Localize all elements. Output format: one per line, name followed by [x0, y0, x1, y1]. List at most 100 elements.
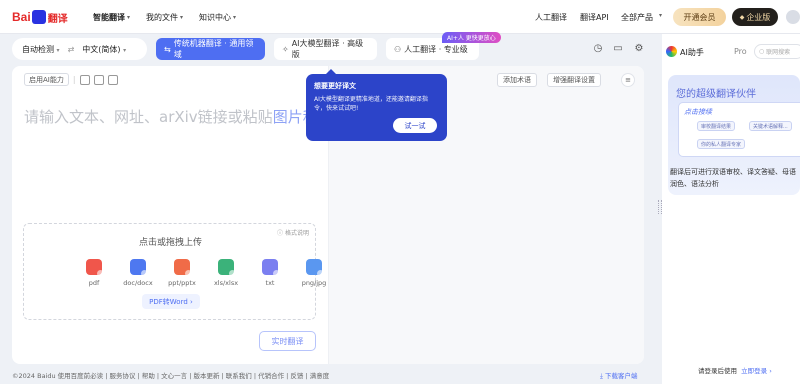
- ai-ability-button[interactable]: 启用AI能力: [24, 73, 69, 86]
- add-term-button[interactable]: 添加术语: [497, 73, 537, 87]
- login-link[interactable]: 立即登录: [741, 367, 767, 375]
- logo-text: Bai: [12, 10, 31, 24]
- file-type-label: png/jpg: [301, 279, 327, 287]
- nav-knowledge[interactable]: 知识中心 ▾: [199, 12, 236, 23]
- translate-icon: ⇆: [164, 44, 171, 54]
- top-navigation: Bai 翻译 智能翻译 ▾ 我的文件 ▾ 知识中心 ▾ 人工翻译 翻译API 全部产品…: [0, 0, 800, 34]
- menu-icon[interactable]: ≡: [621, 73, 635, 87]
- preview-tag: 点击接续: [684, 108, 712, 116]
- image-file-icon: [306, 259, 324, 277]
- web-search-toggle[interactable]: ○ 联网搜索: [754, 44, 800, 59]
- pro-toggle[interactable]: Pro: [734, 47, 747, 56]
- file-type-label: txt: [265, 279, 275, 287]
- download-icon: ⤓: [600, 372, 603, 380]
- enhance-settings-button[interactable]: 增强翻译设置: [547, 73, 601, 87]
- person-icon: ⚇: [394, 44, 402, 54]
- feature-preview: 点击接续 审校翻译结果 关键术语解释... 你的私人翻译专家: [678, 102, 800, 157]
- llm-promo-popup: 想要更好译文 AI大模型翻译更精准地道，还能邀请翻译指令，快来试试吧! 试一试: [306, 69, 447, 141]
- footer-links[interactable]: ©2024 Baidu 使用百度前必读 | 服务协议 | 帮助 | 文心一言 |…: [12, 370, 329, 380]
- language-selector: 自动检测 ▾ ⇄ 中文(简体) ▾: [12, 38, 147, 60]
- mode-label: AI大模型翻译 · 高级版: [291, 39, 364, 59]
- chevron-right-icon: ›: [769, 367, 772, 375]
- paw-icon: [31, 10, 46, 24]
- file-type-ppt: ppt/pptx: [167, 259, 197, 287]
- file-type-list: pdf doc/docx ppt/pptx xls/xlsx txt png/j…: [79, 259, 329, 287]
- assistant-header: AI助手 Pro ○ 联网搜索: [662, 40, 800, 62]
- xls-file-icon: [218, 259, 236, 277]
- file-type-image: png/jpg: [299, 259, 329, 287]
- image-icon[interactable]: [93, 74, 104, 85]
- enterprise-button[interactable]: ◆ 企业版: [732, 8, 778, 26]
- crown-icon: ◆: [739, 13, 745, 21]
- file-type-label: doc/docx: [123, 279, 153, 287]
- sparkle-icon: ✧: [282, 44, 289, 54]
- download-client-link[interactable]: ⤓ 下载客户端: [600, 370, 637, 381]
- avatar[interactable]: [786, 10, 800, 24]
- pdf-file-icon: [86, 259, 104, 277]
- chevron-right-icon: ›: [190, 297, 193, 306]
- text-icon[interactable]: [79, 74, 90, 85]
- popup-body: AI大模型翻译更精准地道，还能邀请翻译指令，快来试试吧!: [314, 96, 428, 112]
- try-it-button[interactable]: 试一试: [393, 118, 437, 133]
- file-type-label: pdf: [88, 279, 100, 287]
- login-prompt-text: 请登录后使用: [698, 367, 737, 375]
- mode-machine-translate[interactable]: ⇆ 传统机器翻译 · 通用领域: [156, 38, 265, 60]
- chevron-down-icon: ▾: [180, 14, 184, 21]
- nav-label: 我的文件: [146, 13, 178, 22]
- chevron-down-icon: ▾: [56, 46, 60, 54]
- upload-title: 点击或拖拽上传: [138, 238, 202, 248]
- popup-title: 想要更好译文: [314, 82, 356, 90]
- mode-label: 传统机器翻译 · 通用领域: [173, 39, 254, 59]
- folder-icon[interactable]: ▭: [612, 43, 624, 55]
- mode-label: 人工翻译 · 专业级: [404, 44, 468, 54]
- gear-icon[interactable]: ⚙: [633, 43, 645, 55]
- nav-label: 智能翻译: [93, 13, 125, 22]
- target-language[interactable]: 中文(简体) ▾: [82, 44, 126, 55]
- login-prompt: 请登录后使用 立即登录 ›: [698, 365, 772, 375]
- baidu-translate-logo[interactable]: Bai 翻译: [12, 9, 68, 25]
- file-type-doc: doc/docx: [123, 259, 153, 287]
- nav-label: 知识中心: [199, 13, 231, 22]
- chevron-down-icon: ▾: [659, 12, 663, 19]
- download-label: 下载客户端: [604, 372, 638, 380]
- source-language[interactable]: 自动检测 ▾: [22, 44, 60, 55]
- card-title: 您的超级翻译伙伴: [676, 89, 756, 100]
- chevron-down-icon: ▾: [123, 46, 127, 54]
- source-input[interactable]: 请输入文本、网址、arXiv链接或粘贴图片秒翻: [24, 106, 324, 127]
- assistant-title: AI助手: [680, 48, 704, 57]
- ai-assistant-panel: AI助手 Pro ○ 联网搜索 您的超级翻译伙伴 点击接续 审校翻译结果 关键术…: [662, 34, 800, 384]
- clock-icon[interactable]: ◷: [592, 43, 604, 55]
- doc-icon[interactable]: [107, 74, 118, 85]
- nav-translate-api[interactable]: 翻译API: [580, 12, 609, 23]
- file-type-pdf: pdf: [79, 259, 109, 287]
- web-search-label: 联网搜索: [766, 49, 791, 56]
- nav-human-translate[interactable]: 人工翻译: [535, 12, 567, 23]
- ppt-file-icon: [174, 259, 192, 277]
- search-icon: ○: [759, 48, 765, 55]
- chevron-down-icon: ▾: [127, 14, 131, 21]
- file-type-txt: txt: [255, 259, 285, 287]
- ai-assistant-icon: [666, 46, 677, 57]
- file-upload-area[interactable]: ⓘ 格式说明 点击或拖拽上传 pdf doc/docx ppt/pptx xls…: [23, 223, 326, 320]
- nav-smart-translate[interactable]: 智能翻译 ▾: [93, 12, 130, 23]
- preview-item: 审校翻译结果: [697, 121, 736, 131]
- enterprise-label: 企业版: [746, 12, 771, 22]
- file-type-xls: xls/xlsx: [211, 259, 241, 287]
- pdf-to-word-label: PDF转Word: [149, 297, 188, 306]
- ai-human-badge: AI+人 更快更放心: [442, 32, 501, 43]
- vip-button[interactable]: 开通会员: [673, 8, 726, 26]
- swap-icon[interactable]: ⇄: [68, 45, 75, 54]
- divider: |: [72, 75, 76, 84]
- mode-llm-translate[interactable]: ✧ AI大模型翻译 · 高级版: [274, 38, 377, 60]
- doc-file-icon: [130, 259, 148, 277]
- file-type-label: xls/xlsx: [213, 279, 239, 287]
- preview-item: 关键术语解释...: [749, 121, 792, 131]
- nav-my-files[interactable]: 我的文件 ▾: [146, 12, 183, 23]
- translate-button[interactable]: 实时翻译: [259, 331, 316, 351]
- source-toolbar: 启用AI能力 |: [24, 73, 118, 86]
- placeholder-text: 请输入文本、网址、arXiv链接或粘贴: [24, 108, 273, 126]
- nav-all-products[interactable]: 全部产品: [621, 12, 653, 23]
- pdf-to-word-button[interactable]: PDF转Word ›: [142, 294, 200, 309]
- txt-file-icon: [262, 259, 280, 277]
- assistant-description: 翻译后可进行双语审校、译文答疑、母语润色、语法分析: [670, 168, 796, 188]
